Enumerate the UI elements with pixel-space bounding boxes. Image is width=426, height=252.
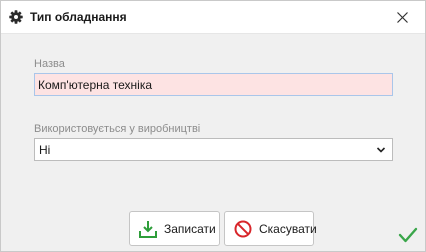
dialog-window: Тип обладнання Назва Використовується у … [0,0,426,252]
cancel-icon [234,220,252,237]
used-in-production-label: Використовується у виробництві [34,123,201,135]
save-download-icon [139,220,157,238]
title-bar: Тип обладнання [1,1,425,34]
chevron-down-icon [376,147,386,153]
used-in-production-select[interactable]: Ні [34,138,393,161]
close-icon [396,11,408,23]
name-input[interactable] [34,73,393,96]
gear-icon [9,10,23,24]
check-icon [398,227,418,243]
save-button[interactable]: Записати [129,211,220,246]
select-value: Ні [39,143,51,157]
cancel-button-label: Скасувати [259,221,317,236]
save-button-label: Записати [164,221,216,236]
window-title: Тип обладнання [30,10,127,24]
close-button[interactable] [379,1,425,33]
name-label: Назва [34,58,65,70]
cancel-button[interactable]: Скасувати [224,211,317,246]
